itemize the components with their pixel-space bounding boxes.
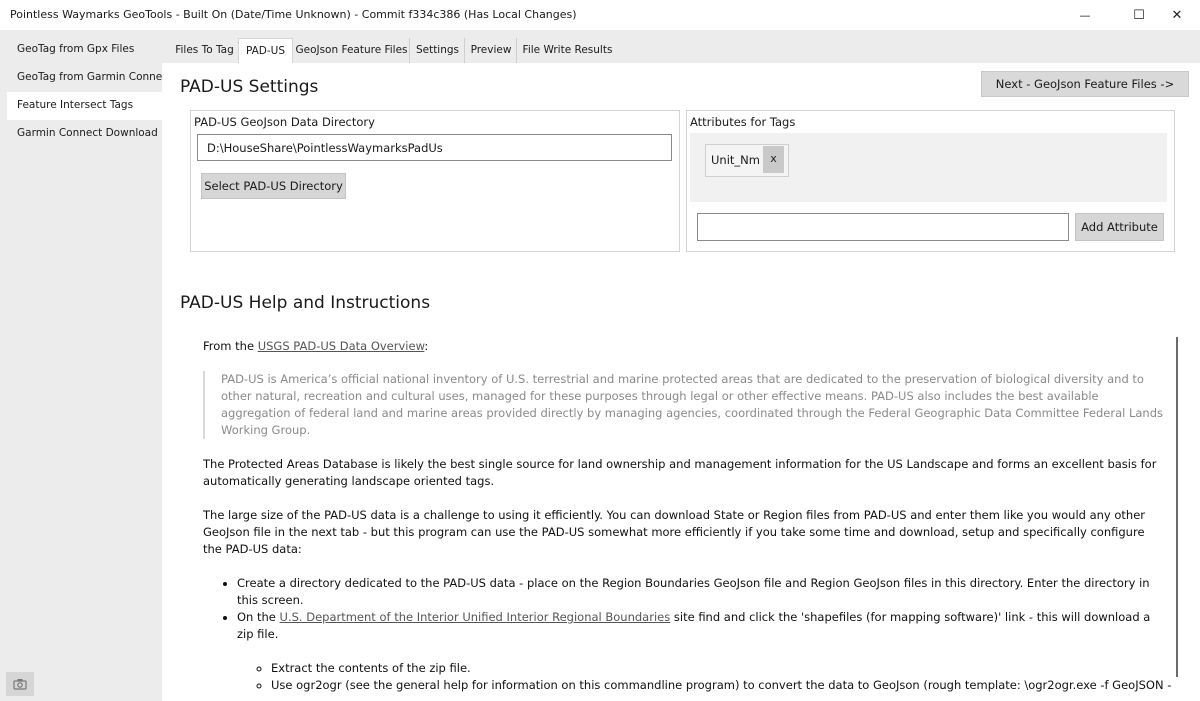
sidebar-item-label: GeoTag from Gpx Files (17, 43, 135, 55)
sidebar-item-feature-intersect[interactable]: Feature Intersect Tags (7, 92, 162, 120)
help-list-item: Use ogr2ogr (see the general help for in… (271, 677, 1171, 694)
next-geojson-button[interactable]: Next - GeoJson Feature Files -> (981, 71, 1189, 97)
help-list-item: Create a directory dedicated to the PAD-… (237, 575, 1163, 609)
title-bar: Pointless Waymarks GeoTools - Built On (… (0, 0, 1200, 30)
help-list: Create a directory dedicated to the PAD-… (203, 575, 1171, 694)
tab-file-write-results[interactable]: File Write Results (518, 38, 617, 63)
usgs-overview-link[interactable]: USGS PAD-US Data Overview (258, 339, 425, 353)
sidebar-item-label: Garmin Connect Download (17, 127, 158, 139)
window-title: Pointless Waymarks GeoTools - Built On (… (10, 8, 577, 21)
tab-settings[interactable]: Settings (411, 38, 465, 63)
camera-icon (13, 679, 27, 690)
interior-boundaries-link[interactable]: U.S. Department of the Interior Unified … (280, 610, 671, 624)
remove-attribute-button[interactable]: x (763, 146, 784, 173)
sidebar-item-label: GeoTag from Garmin Connect (17, 71, 162, 83)
help-paragraph: The Protected Areas Database is likely t… (203, 457, 1157, 488)
sidebar: GeoTag from Gpx Files GeoTag from Garmin… (0, 30, 162, 701)
attributes-label: Attributes for Tags (690, 115, 796, 129)
sidebar-item-garmin-download[interactable]: Garmin Connect Download (7, 120, 162, 148)
minimize-button[interactable]: — (1062, 0, 1108, 30)
minimize-icon: — (1079, 8, 1091, 22)
attribute-chip-label: Unit_Nm (711, 153, 760, 167)
tab-label: Preview (470, 44, 512, 56)
tab-preview[interactable]: Preview (466, 38, 517, 63)
help-scrollbar[interactable] (1176, 337, 1178, 677)
sidebar-item-geotag-garmin[interactable]: GeoTag from Garmin Connect (7, 64, 162, 92)
help-quote: PAD-US is America’s official national in… (203, 371, 1163, 439)
close-icon: ✕ (1171, 7, 1183, 23)
screenshot-button[interactable] (6, 672, 34, 696)
help-text: : (424, 339, 429, 353)
directory-label: PAD-US GeoJson Data Directory (194, 115, 375, 129)
maximize-icon: ☐ (1133, 7, 1145, 23)
tab-label: Settings (415, 44, 460, 56)
help-list-item: Extract the contents of the zip file. (271, 660, 1163, 677)
sidebar-item-label: Feature Intersect Tags (17, 99, 134, 111)
tab-label: File Write Results (522, 44, 613, 56)
help-content: From the USGS PAD-US Data Overview: PAD-… (203, 338, 1171, 694)
help-list-item: On the U.S. Department of the Interior U… (237, 609, 1171, 694)
help-text: From the (203, 339, 258, 353)
close-button[interactable]: ✕ (1154, 0, 1200, 30)
new-attribute-input[interactable] (697, 213, 1069, 241)
help-paragraph: The large size of the PAD-US data is a c… (203, 508, 1146, 556)
tab-label: GeoJson Feature Files (295, 44, 408, 56)
attribute-chip: Unit_Nm x (705, 144, 789, 177)
select-directory-button[interactable]: Select PAD-US Directory (201, 173, 346, 199)
tab-label: PAD-US (245, 45, 286, 57)
help-text: On the (237, 610, 280, 624)
help-source-line: From the USGS PAD-US Data Overview: (203, 338, 1163, 355)
tab-pad-us[interactable]: PAD-US (238, 38, 293, 63)
help-heading: PAD-US Help and Instructions (180, 293, 431, 313)
add-attribute-button[interactable]: Add Attribute (1075, 213, 1164, 241)
help-sublist: Extract the contents of the zip file. Us… (237, 660, 1171, 694)
settings-heading: PAD-US Settings (180, 77, 319, 97)
tab-label: Files To Tag (175, 44, 234, 56)
tab-files-to-tag[interactable]: Files To Tag (171, 38, 239, 63)
tab-strip: Files To Tag PAD-US GeoJson Feature File… (162, 30, 1200, 63)
directory-input[interactable]: D:\HouseShare\PointlessWaymarksPadUs (197, 134, 672, 161)
tab-geojson-feature-files[interactable]: GeoJson Feature Files (294, 38, 410, 63)
sidebar-item-geotag-gpx[interactable]: GeoTag from Gpx Files (7, 36, 162, 64)
